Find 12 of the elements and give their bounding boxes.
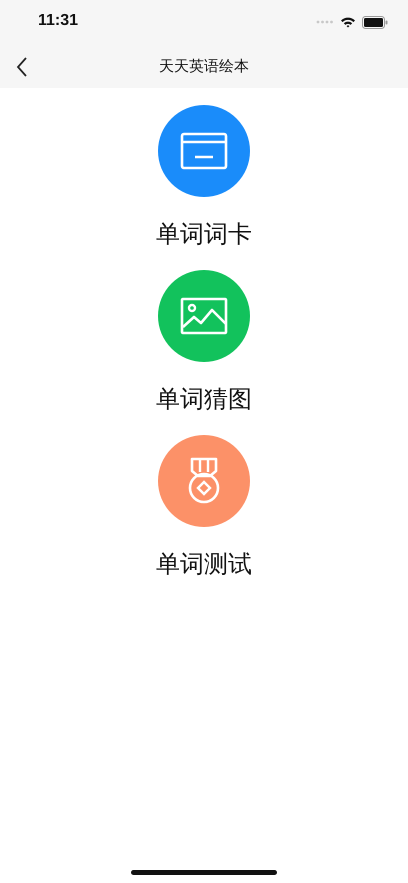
image-icon [180, 297, 228, 335]
battery-icon [362, 16, 388, 28]
menu-label[interactable]: 单词词卡 [156, 219, 252, 249]
status-time: 11:31 [38, 12, 78, 30]
back-icon [16, 57, 28, 77]
signal-icon [316, 20, 334, 24]
card-icon [180, 132, 228, 170]
menu-label[interactable]: 单词测试 [156, 549, 252, 579]
menu-label[interactable]: 单词猜图 [156, 384, 252, 414]
wifi-icon [340, 16, 356, 28]
page-title: 天天英语绘本 [159, 56, 249, 76]
medal-icon [186, 457, 222, 505]
